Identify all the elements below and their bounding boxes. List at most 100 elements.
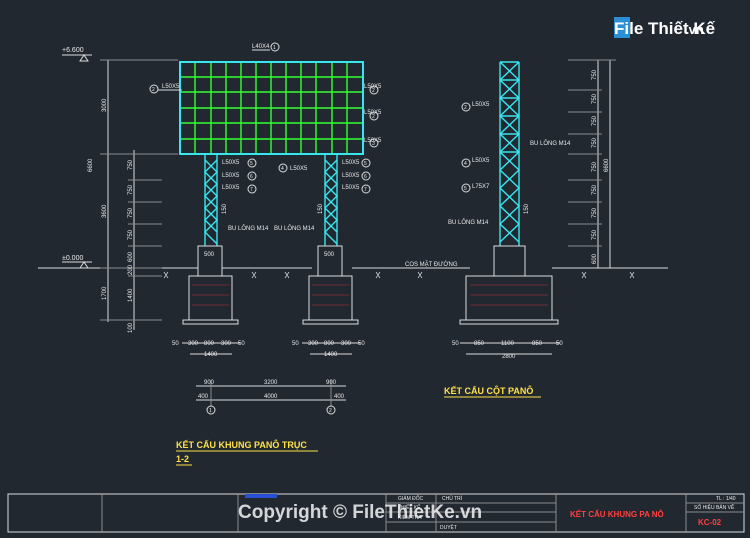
svg-text:800: 800 bbox=[324, 341, 335, 347]
svg-text:900: 900 bbox=[326, 380, 337, 386]
left-drawing-title: KẾT CẤU KHUNG PANÔ TRỤC bbox=[176, 439, 307, 450]
elevation-top: +6.600 bbox=[62, 47, 84, 54]
side-column-truss bbox=[498, 61, 521, 246]
left-drawing-subtitle: 1-2 bbox=[176, 454, 189, 464]
svg-text:5: 5 bbox=[364, 161, 367, 167]
svg-text:L75X7: L75X7 bbox=[472, 184, 490, 190]
cad-drawing: File Thiết Kế .vn 500 500 3000 6600 3600… bbox=[7, 17, 745, 533]
svg-text:L50X5: L50X5 bbox=[222, 185, 240, 191]
site-logo: File Thiết Kế .vn bbox=[614, 17, 716, 38]
svg-text:500: 500 bbox=[324, 252, 335, 258]
right-drawing-title: KẾT CẤU CỘT PANÔ bbox=[444, 385, 533, 396]
right-column-truss bbox=[324, 154, 338, 246]
svg-text:L50X5: L50X5 bbox=[364, 84, 382, 90]
svg-text:300: 300 bbox=[221, 341, 232, 347]
svg-text:3200: 3200 bbox=[264, 380, 278, 386]
svg-text:1700: 1700 bbox=[102, 286, 108, 300]
svg-text:DUYỆT: DUYỆT bbox=[440, 523, 457, 531]
svg-text:150: 150 bbox=[524, 203, 530, 214]
svg-text:900: 900 bbox=[204, 380, 215, 386]
foundations-left: 500 500 bbox=[182, 245, 359, 325]
svg-text:150: 150 bbox=[222, 203, 228, 214]
svg-text:L40X4: L40X4 bbox=[252, 44, 270, 50]
ground-hatch bbox=[163, 271, 635, 279]
svg-text:750: 750 bbox=[592, 93, 598, 104]
svg-text:750: 750 bbox=[592, 115, 598, 126]
svg-text:100: 100 bbox=[128, 322, 134, 333]
svg-text:400: 400 bbox=[198, 394, 209, 400]
svg-text:50: 50 bbox=[172, 341, 179, 347]
svg-text:7: 7 bbox=[250, 187, 253, 193]
sheet-title: KẾT CẤU KHUNG PA NÔ bbox=[570, 509, 664, 519]
side-bottom-dims: 50 850 1100 850 50 2800 bbox=[452, 341, 563, 360]
svg-text:L50X5: L50X5 bbox=[290, 166, 308, 172]
svg-text:750: 750 bbox=[128, 184, 134, 195]
svg-text:4000: 4000 bbox=[264, 394, 278, 400]
svg-text:300: 300 bbox=[341, 341, 352, 347]
svg-text:L50X5: L50X5 bbox=[342, 160, 360, 166]
svg-text:6: 6 bbox=[250, 174, 253, 180]
left-bottom-dims: 50 300 800 300 50 1400 50 300 800 300 50… bbox=[172, 341, 365, 415]
side-callouts: 2 L50X5 4 L50X5 5 L75X7 BU LÔNG M14 BU L… bbox=[448, 102, 571, 226]
svg-text:GIÁM ĐỐC: GIÁM ĐỐC bbox=[398, 495, 424, 502]
svg-text:150: 150 bbox=[318, 203, 324, 214]
svg-text:L50X5: L50X5 bbox=[222, 173, 240, 179]
ground-level-label: COS MẶT ĐƯỜNG bbox=[405, 261, 458, 268]
svg-text:50: 50 bbox=[556, 341, 563, 347]
logo-suffix: .vn bbox=[685, 22, 704, 37]
svg-text:1400: 1400 bbox=[128, 288, 134, 302]
svg-text:800: 800 bbox=[204, 341, 215, 347]
svg-text:L50X5: L50X5 bbox=[472, 158, 490, 164]
svg-text:4: 4 bbox=[281, 166, 284, 172]
svg-text:750: 750 bbox=[128, 229, 134, 240]
svg-text:L50X5: L50X5 bbox=[364, 110, 382, 116]
svg-text:1100: 1100 bbox=[501, 341, 515, 347]
svg-text:1: 1 bbox=[273, 45, 276, 51]
svg-text:6600: 6600 bbox=[88, 158, 94, 172]
svg-text:3600: 3600 bbox=[102, 204, 108, 218]
svg-text:7: 7 bbox=[364, 187, 367, 193]
svg-text:2: 2 bbox=[329, 408, 332, 414]
svg-text:750: 750 bbox=[592, 184, 598, 195]
svg-text:1: 1 bbox=[209, 408, 212, 414]
svg-text:500: 500 bbox=[204, 252, 215, 258]
svg-text:750: 750 bbox=[128, 159, 134, 170]
svg-text:BU LÔNG M14: BU LÔNG M14 bbox=[530, 140, 571, 147]
svg-text:750: 750 bbox=[592, 137, 598, 148]
svg-text:5: 5 bbox=[250, 161, 253, 167]
svg-text:50: 50 bbox=[358, 341, 365, 347]
svg-text:600: 600 bbox=[592, 253, 598, 264]
svg-text:850: 850 bbox=[532, 341, 543, 347]
svg-text:L50X5: L50X5 bbox=[364, 138, 382, 144]
svg-text:750: 750 bbox=[592, 207, 598, 218]
svg-text:750: 750 bbox=[592, 69, 598, 80]
svg-text:2800: 2800 bbox=[502, 354, 516, 360]
svg-text:750: 750 bbox=[592, 161, 598, 172]
svg-text:300: 300 bbox=[308, 341, 319, 347]
svg-text:6600: 6600 bbox=[604, 158, 610, 172]
svg-text:BU LÔNG M14: BU LÔNG M14 bbox=[228, 225, 269, 232]
svg-text:750: 750 bbox=[592, 229, 598, 240]
copyright-watermark: Copyright © FileThietKe.vn bbox=[238, 502, 482, 523]
svg-text:SỐ HIỆU BẢN VẼ: SỐ HIỆU BẢN VẼ bbox=[694, 503, 735, 511]
svg-text:L50X5: L50X5 bbox=[342, 173, 360, 179]
svg-text:750: 750 bbox=[128, 207, 134, 218]
elevation-ground: ±0.000 bbox=[62, 255, 83, 262]
svg-text:1400: 1400 bbox=[204, 352, 218, 358]
svg-text:5: 5 bbox=[464, 186, 467, 192]
svg-text:2: 2 bbox=[152, 87, 155, 93]
svg-text:400: 400 bbox=[334, 394, 345, 400]
svg-text:L50X5: L50X5 bbox=[222, 160, 240, 166]
svg-text:4: 4 bbox=[464, 161, 467, 167]
left-column-truss bbox=[204, 154, 218, 246]
sheet-code: KC-02 bbox=[698, 518, 722, 527]
billboard-panel bbox=[179, 61, 364, 155]
svg-text:200: 200 bbox=[128, 264, 134, 275]
svg-text:3000: 3000 bbox=[102, 98, 108, 112]
svg-text:BU LÔNG M14: BU LÔNG M14 bbox=[274, 225, 315, 232]
svg-text:BU LÔNG M14: BU LÔNG M14 bbox=[448, 219, 489, 226]
svg-text:L50X5: L50X5 bbox=[472, 102, 490, 108]
svg-text:6: 6 bbox=[364, 174, 367, 180]
svg-text:50: 50 bbox=[452, 341, 459, 347]
svg-text:L50X5: L50X5 bbox=[162, 84, 180, 90]
